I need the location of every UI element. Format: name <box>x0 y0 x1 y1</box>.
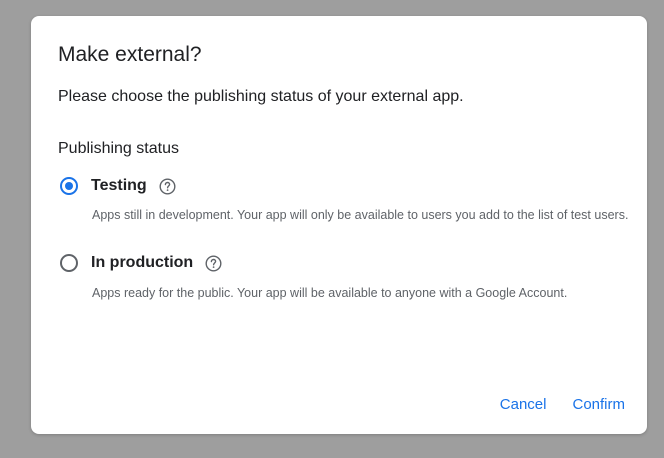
make-external-dialog: Make external? Please choose the publish… <box>31 16 647 434</box>
help-icon[interactable] <box>205 254 222 272</box>
testing-radio[interactable] <box>60 177 78 195</box>
help-icon[interactable] <box>159 177 176 195</box>
in-production-label: In production <box>91 254 194 271</box>
in-production-radio[interactable] <box>60 254 78 272</box>
dialog-subtitle: Please choose the publishing status of y… <box>58 88 464 105</box>
option-testing[interactable]: Testing <box>60 175 176 197</box>
option-in-production[interactable]: In production <box>60 252 222 274</box>
dialog-title: Make external? <box>58 43 202 66</box>
testing-label: Testing <box>91 177 147 194</box>
testing-description: Apps still in development. Your app will… <box>92 208 629 222</box>
confirm-button[interactable]: Confirm <box>572 395 625 415</box>
dialog-actions: Cancel Confirm <box>500 395 625 415</box>
publishing-status-label: Publishing status <box>58 140 179 157</box>
cancel-button[interactable]: Cancel <box>500 395 547 415</box>
in-production-description: Apps ready for the public. Your app will… <box>92 286 568 300</box>
